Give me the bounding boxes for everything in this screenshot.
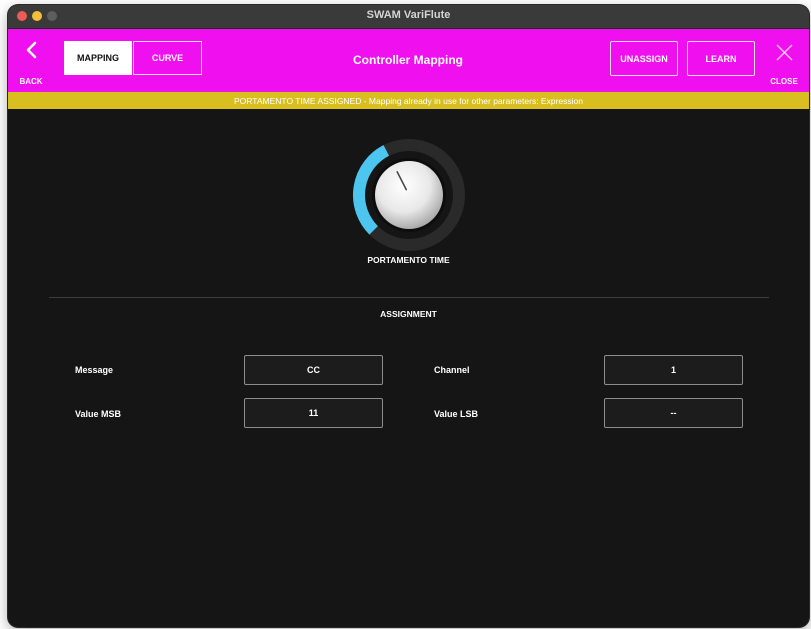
tab-mapping[interactable]: MAPPING <box>64 41 132 75</box>
tab-curve[interactable]: CURVE <box>133 41 202 75</box>
close-x-icon <box>776 44 793 61</box>
message-field[interactable]: CC <box>244 355 383 385</box>
header-bar: BACK MAPPING CURVE Controller Mapping UN… <box>8 29 809 92</box>
back-label: BACK <box>19 77 43 86</box>
value-msb-field[interactable]: 11 <box>244 398 383 428</box>
value-lsb-label: Value LSB <box>434 409 479 419</box>
unassign-button[interactable]: UNASSIGN <box>610 41 678 76</box>
window-title: SWAM VariFlute <box>366 9 451 21</box>
knob-cap <box>375 161 443 229</box>
warning-banner: PORTAMENTO TIME ASSIGNED - Mapping alrea… <box>8 92 809 109</box>
value-msb-label: Value MSB <box>75 409 122 419</box>
learn-button[interactable]: LEARN <box>687 41 755 76</box>
channel-label: Channel <box>434 365 470 375</box>
assignment-title: ASSIGNMENT <box>380 309 437 319</box>
app-window: SWAM VariFlute BACK MAPPING CURVE Contro… <box>8 5 809 627</box>
knob-label: PORTAMENTO TIME <box>367 255 450 265</box>
message-label: Message <box>75 365 114 375</box>
close-label: CLOSE <box>770 77 798 86</box>
value-lsb-field[interactable]: -- <box>604 398 743 428</box>
portamento-time-knob[interactable] <box>353 139 465 251</box>
title-bar: SWAM VariFlute <box>8 5 809 29</box>
knob-graphic <box>353 139 465 251</box>
close-button[interactable]: CLOSE <box>764 35 804 87</box>
back-button[interactable]: BACK <box>16 35 50 87</box>
chevron-left-icon <box>26 41 37 59</box>
page-title: Controller Mapping <box>353 53 463 67</box>
channel-field[interactable]: 1 <box>604 355 743 385</box>
section-divider <box>49 297 769 298</box>
